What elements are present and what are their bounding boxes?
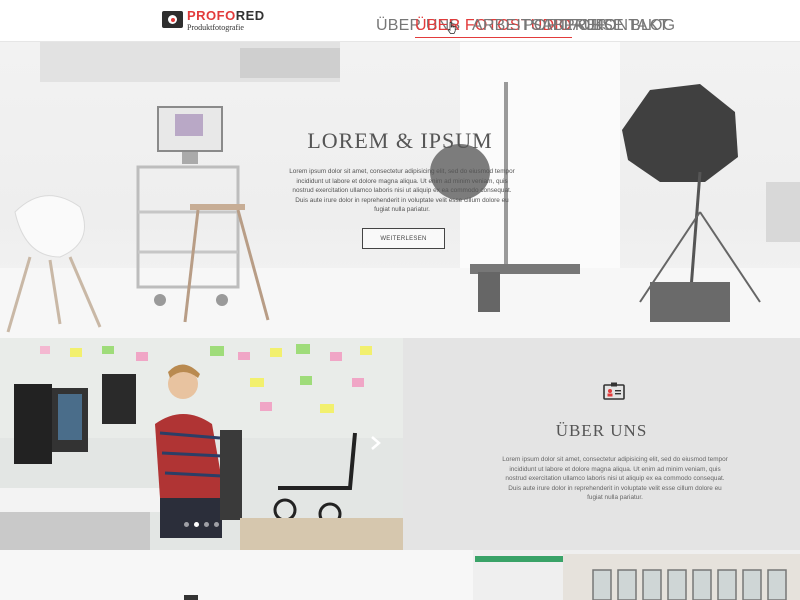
partial-icon	[184, 595, 198, 600]
hero-section: LOREM & IPSUM Lorem ipsum dolor sit amet…	[0, 42, 800, 338]
about-section	[403, 338, 800, 550]
about-text: Lorem ipsum dolor sit amet, consectetur …	[502, 456, 728, 501]
slider-dot[interactable]	[204, 522, 209, 527]
studio-window-photo	[403, 550, 800, 600]
hero-text: Lorem ipsum dolor sit amet, consectetur …	[289, 168, 515, 213]
about-title: ÜBER UNS	[555, 421, 648, 440]
camera-icon	[162, 11, 183, 28]
slider-dot[interactable]	[214, 522, 219, 527]
id-card-icon	[603, 382, 625, 400]
office-photo	[0, 338, 403, 550]
office-slider	[0, 338, 403, 550]
chevron-right-icon[interactable]	[370, 436, 382, 450]
hero-title: LOREM & IPSUM	[307, 128, 493, 153]
slider-dot-active[interactable]	[194, 522, 199, 527]
nav-item-blog[interactable]: BLOG	[630, 17, 675, 35]
bottom-left-section	[0, 550, 403, 600]
slider-dot[interactable]	[184, 522, 189, 527]
logo-subtitle: Produktfotografie	[187, 23, 244, 32]
hand-pointer-icon	[447, 22, 456, 34]
logo-brand-dark: RED	[235, 8, 265, 23]
logo-brand-red: PROFO	[187, 8, 236, 23]
bottom-right-photo	[403, 550, 800, 600]
read-more-button[interactable]: WEITERLESEN	[362, 228, 445, 249]
slider-dots	[184, 522, 219, 527]
logo[interactable]: PROFORED Produktfotografie	[162, 9, 265, 35]
